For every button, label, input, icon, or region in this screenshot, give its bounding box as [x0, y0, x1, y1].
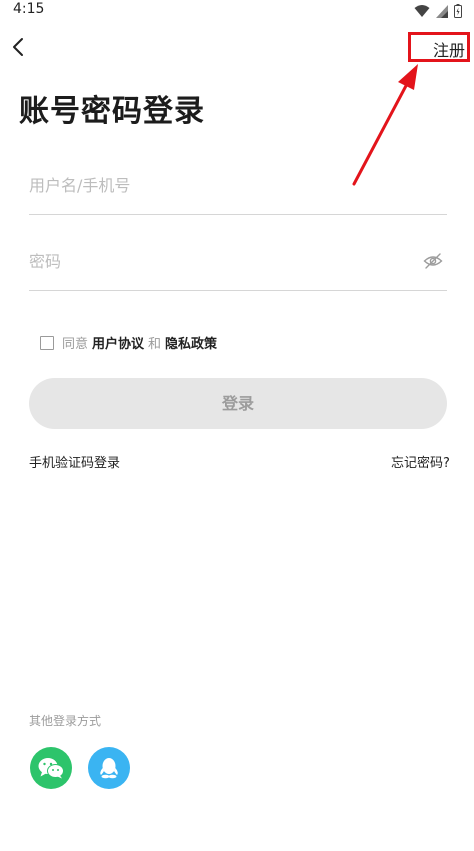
password-field: [29, 252, 447, 291]
password-visibility-toggle[interactable]: [423, 253, 443, 269]
chevron-left-icon: [13, 38, 23, 56]
username-input[interactable]: [29, 176, 389, 195]
wechat-login-button[interactable]: [30, 747, 72, 789]
annotation-highlight-box: [408, 32, 470, 62]
agree-checkbox[interactable]: [40, 335, 54, 350]
qq-icon: [100, 758, 118, 779]
battery-icon: [454, 4, 462, 18]
eye-off-icon: [423, 253, 443, 269]
annotation-arrow: [352, 64, 418, 186]
agreement-prefix: 同意: [62, 337, 89, 352]
back-button[interactable]: [8, 34, 32, 60]
status-bar: 4:15: [0, 0, 474, 22]
page-title: 账号密码登录: [19, 94, 205, 129]
status-time: 4:15: [13, 1, 45, 17]
other-login-label: 其他登录方式: [29, 714, 102, 728]
username-field: [29, 176, 447, 215]
forgot-password-link[interactable]: 忘记密码?: [391, 452, 450, 471]
qq-login-button[interactable]: [88, 747, 130, 789]
wifi-icon: [414, 5, 430, 17]
sms-login-link[interactable]: 手机验证码登录: [29, 452, 120, 471]
user-agreement-link[interactable]: 用户协议: [92, 333, 144, 352]
password-input[interactable]: [29, 252, 389, 271]
system-icons: [414, 3, 462, 19]
signal-icon: [436, 4, 448, 18]
agreement-row: 同意 用户协议 和 隐私政策: [40, 333, 221, 352]
login-button[interactable]: 登录: [29, 378, 447, 429]
agreement-and: 和: [148, 337, 162, 352]
wechat-icon: [38, 758, 64, 779]
privacy-policy-link[interactable]: 隐私政策: [165, 333, 217, 352]
